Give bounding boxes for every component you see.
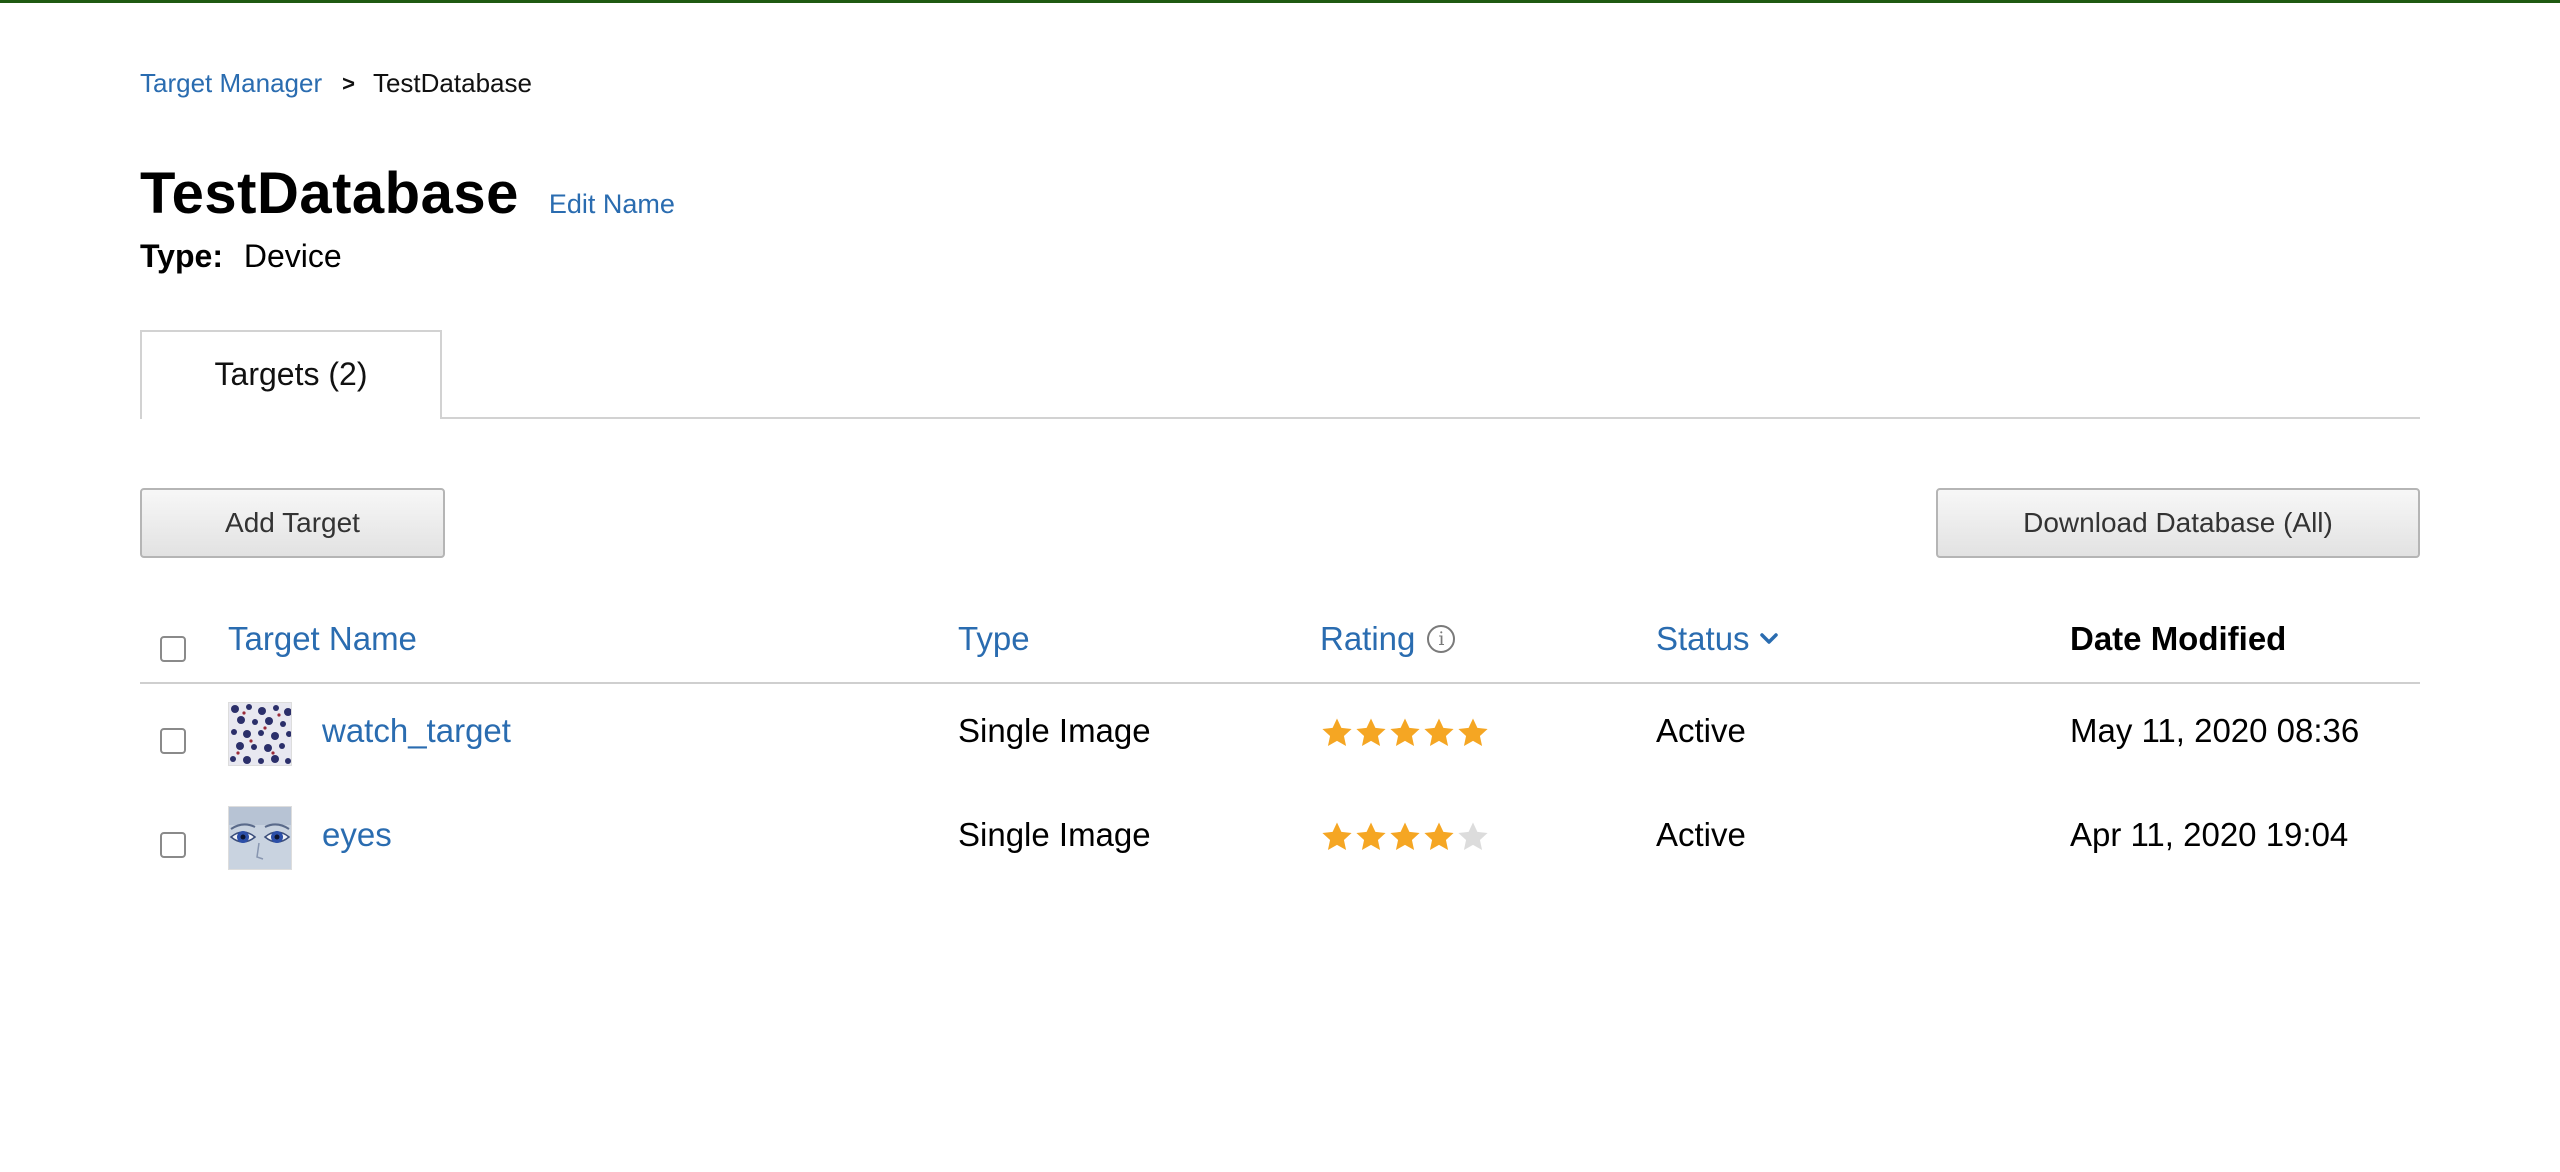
table-row: watch_target Single Image Active May 11,… [140, 682, 2420, 786]
chevron-down-icon[interactable] [1758, 628, 1780, 650]
column-header-target-name[interactable]: Target Name [228, 620, 417, 658]
column-header-date-modified: Date Modified [2070, 620, 2287, 657]
rating-stars [1320, 820, 1490, 854]
star-icon [1390, 718, 1420, 747]
database-type: Type: Device [140, 238, 342, 275]
type-value: Device [243, 238, 342, 274]
star-icon [1322, 822, 1352, 851]
target-status: Active [1656, 816, 1746, 853]
star-icon [1390, 822, 1420, 851]
star-icon [1458, 718, 1488, 747]
edit-name-link[interactable]: Edit Name [549, 189, 675, 220]
row-checkbox[interactable] [160, 832, 186, 858]
tab-bar: Targets (2) [140, 330, 2420, 419]
breadcrumb-current: TestDatabase [372, 68, 532, 98]
breadcrumb: Target Manager > TestDatabase [140, 68, 532, 99]
pattern-thumbnail[interactable] [228, 702, 292, 766]
type-label: Type: [140, 238, 223, 274]
eyes-thumbnail[interactable] [228, 806, 292, 870]
info-icon[interactable]: i [1427, 625, 1456, 653]
star-icon [1458, 822, 1488, 851]
tab-targets-label: Targets (2) [214, 356, 368, 392]
column-header-rating: Rating i [1320, 620, 1456, 658]
breadcrumb-separator: > [342, 70, 355, 96]
star-icon [1322, 718, 1352, 747]
target-type: Single Image [958, 712, 1151, 749]
title-row: TestDatabase Edit Name [140, 160, 675, 227]
page-title: TestDatabase [140, 161, 519, 226]
target-status: Active [1656, 712, 1746, 749]
top-accent-bar [0, 0, 2560, 3]
tab-targets[interactable]: Targets (2) [140, 330, 442, 419]
target-name-link[interactable]: eyes [322, 816, 392, 853]
rating-stars [1320, 716, 1490, 750]
table-row: eyes Single Image Active Apr 11, 2020 19… [140, 786, 2420, 890]
target-date-modified: Apr 11, 2020 19:04 [2070, 816, 2349, 853]
star-icon [1356, 822, 1386, 851]
target-name-link[interactable]: watch_target [322, 712, 511, 749]
select-all-checkbox[interactable] [160, 636, 186, 662]
column-header-status-label[interactable]: Status [1656, 620, 1750, 658]
target-date-modified: May 11, 2020 08:36 [2070, 712, 2360, 749]
star-icon [1424, 822, 1454, 851]
star-icon [1356, 718, 1386, 747]
column-header-type[interactable]: Type [958, 620, 1030, 658]
add-target-button[interactable]: Add Target [140, 488, 445, 558]
target-type: Single Image [958, 816, 1151, 853]
row-checkbox[interactable] [160, 728, 186, 754]
breadcrumb-link-target-manager[interactable]: Target Manager [140, 68, 322, 99]
table-header: Target Name Type Rating i Status Date Mo… [140, 612, 2420, 684]
download-database-button[interactable]: Download Database (All) [1936, 488, 2420, 558]
star-icon [1424, 718, 1454, 747]
column-header-status[interactable]: Status [1656, 620, 1780, 658]
column-header-rating-label[interactable]: Rating [1320, 620, 1415, 658]
